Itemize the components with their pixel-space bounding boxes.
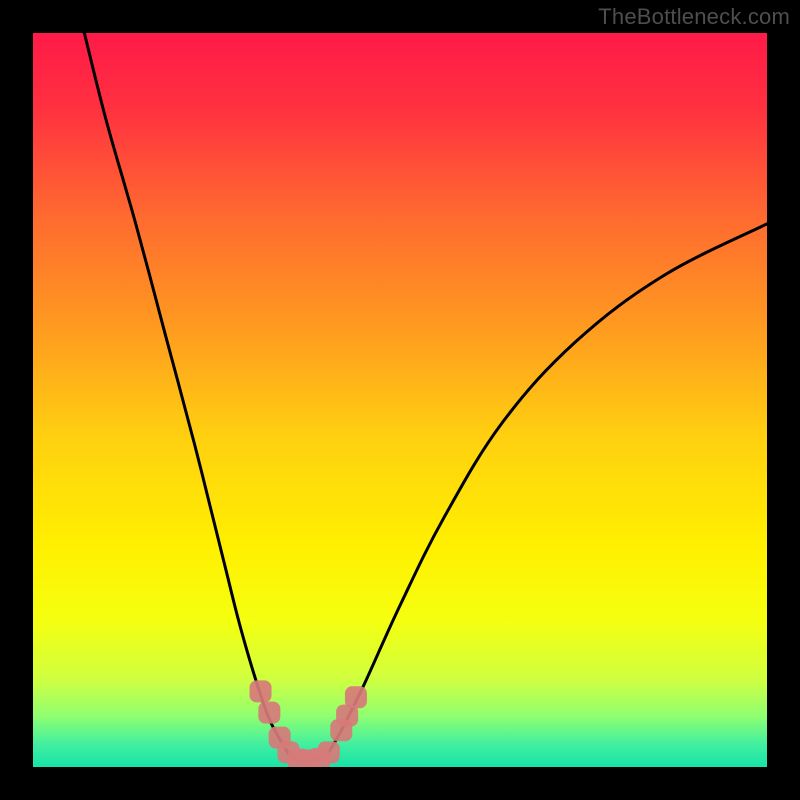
valley-marker [318, 741, 340, 763]
valley-marker [258, 702, 280, 724]
valley-marker [345, 686, 367, 708]
plot-area [33, 33, 767, 767]
valley-marker [250, 680, 272, 702]
watermark-text: TheBottleneck.com [598, 4, 790, 30]
gradient-background [33, 33, 767, 767]
bottleneck-curve-chart [33, 33, 767, 767]
